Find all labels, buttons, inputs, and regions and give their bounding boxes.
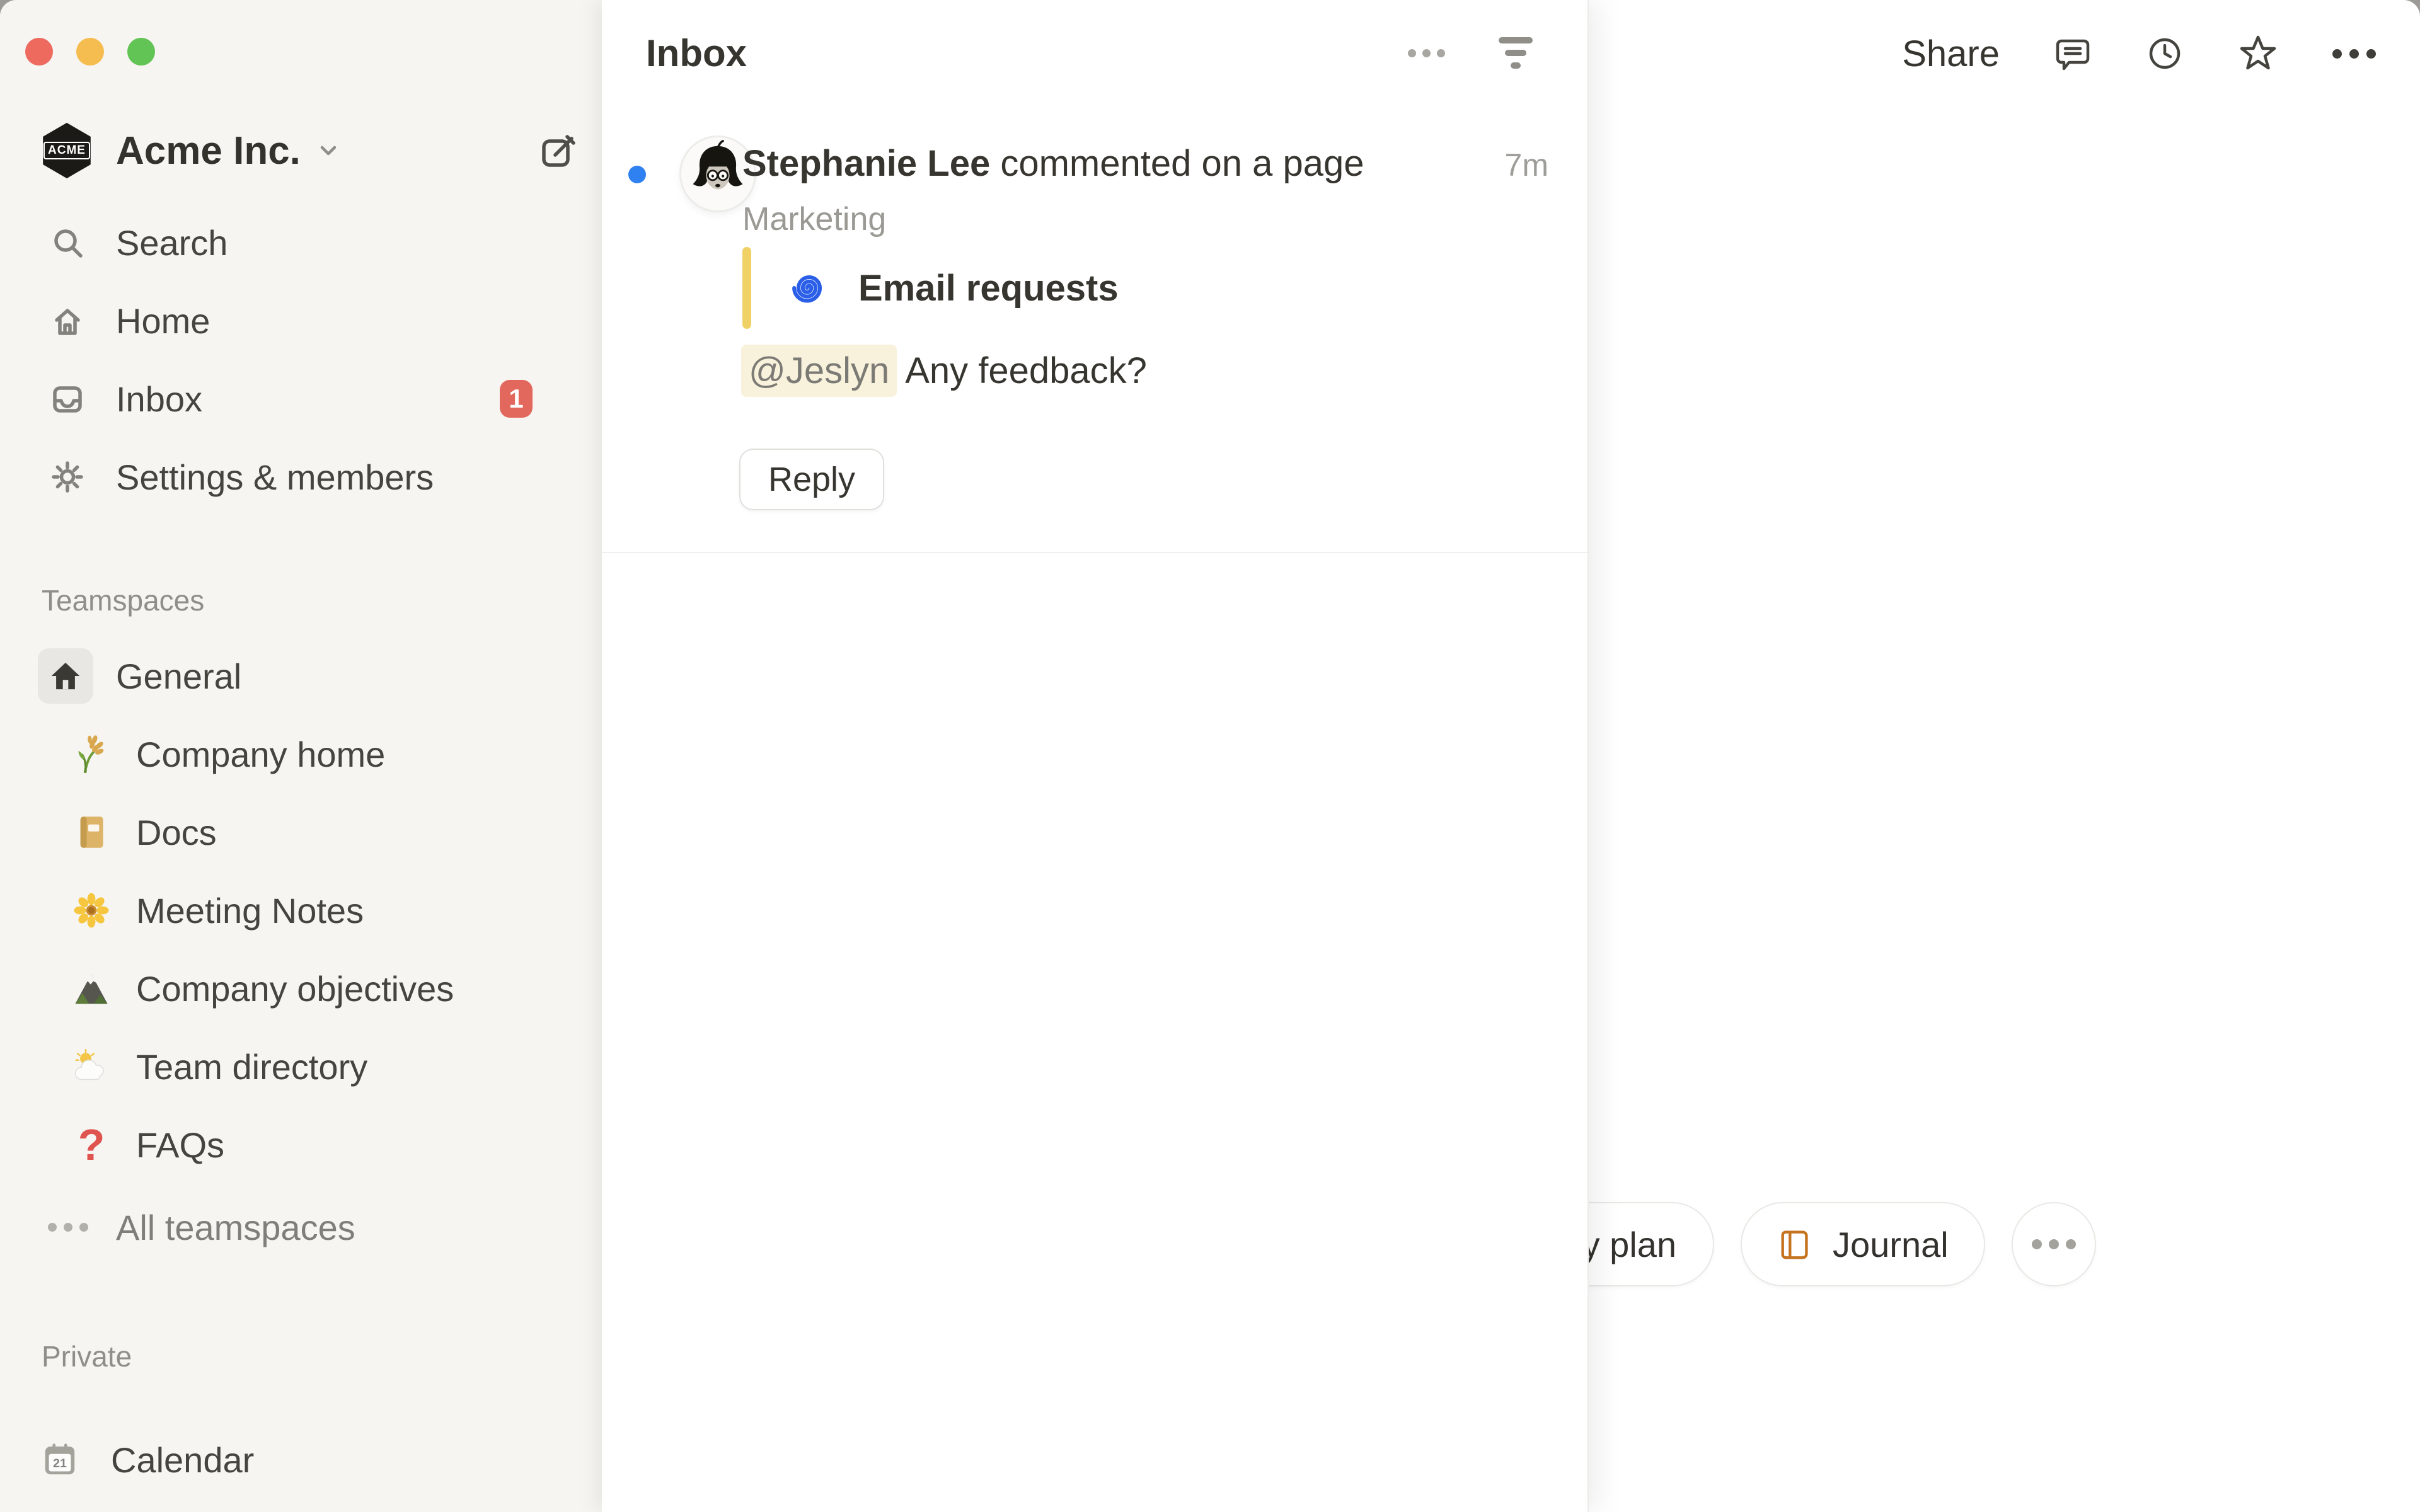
sidebar-item-label: Company home (136, 734, 385, 775)
sidebar-item-label: Settings & members (116, 457, 434, 498)
sidebar-item-docs[interactable]: Docs (0, 793, 602, 871)
ellipsis-icon (2032, 1239, 2076, 1249)
sidebar-item-all-teamspaces[interactable]: All teamspaces (0, 1188, 602, 1266)
workspace-logo: ACME (40, 122, 93, 180)
journal-book-icon (1777, 1226, 1814, 1263)
journal-pill-button[interactable]: Journal (1741, 1202, 1985, 1286)
comment-body: Any feedback? (897, 350, 1147, 392)
mention-chip[interactable]: @Jeslyn (741, 345, 897, 397)
inbox-unread-badge: 1 (500, 380, 533, 418)
inbox-title: Inbox (646, 32, 747, 75)
blossom-icon (71, 890, 112, 931)
close-window-button[interactable] (25, 38, 53, 66)
inbox-filter-icon[interactable] (1498, 37, 1533, 69)
sidebar-item-label: Calendar (111, 1440, 254, 1480)
inbox-popover: Inbox Stephanie Lee commented on a page … (602, 0, 1589, 1512)
private-list: 21 Calendar (0, 1421, 602, 1499)
quote-bar (742, 247, 751, 329)
notification-separator (602, 552, 1587, 553)
plan-pill-label: y plan (1582, 1224, 1676, 1265)
sidebar-item-meeting-notes[interactable]: Meeting Notes (0, 871, 602, 949)
minimize-window-button[interactable] (76, 38, 104, 66)
bottom-quick-buttons: y plan Journal (1512, 1202, 2096, 1286)
notification-actor: Stephanie Lee (742, 142, 990, 185)
sidebar-item-calendar[interactable]: 21 Calendar (0, 1421, 602, 1499)
mountain-icon (71, 968, 112, 1009)
notification-time: 7m (1505, 147, 1548, 183)
inbox-more-icon[interactable] (1408, 49, 1445, 57)
more-options-icon[interactable] (2332, 49, 2376, 59)
search-icon (49, 224, 86, 261)
sidebar-item-label: FAQs (136, 1125, 224, 1166)
sidebar-item-faqs[interactable]: ? FAQs (0, 1106, 602, 1184)
sidebar-item-label: Team directory (136, 1046, 367, 1087)
sidebar-item-company-objectives[interactable]: Company objectives (0, 949, 602, 1028)
sidebar-item-label: Search (116, 222, 228, 263)
sidebar-item-settings[interactable]: Settings & members (0, 438, 602, 516)
house-icon (38, 648, 93, 704)
new-page-icon[interactable] (538, 131, 577, 170)
inbox-header: Inbox (646, 23, 1533, 83)
page-toolbar: Share (1902, 24, 2376, 83)
sidebar-nav: Search Home Inbox 1 Settings & members (0, 203, 602, 516)
sidebar-item-company-home[interactable]: Company home (0, 715, 602, 793)
app-window: ACME Acme Inc. Search Home (0, 0, 2420, 1512)
workspace-switcher[interactable]: ACME Acme Inc. (40, 121, 577, 180)
quoted-page[interactable]: Email requests (742, 247, 1119, 329)
sidebar-item-team-directory[interactable]: Team directory (0, 1028, 602, 1106)
notification-context: Marketing (742, 200, 886, 238)
home-icon (49, 302, 86, 339)
sheaf-of-rice-icon (71, 733, 112, 775)
quoted-page-title: Email requests (858, 267, 1119, 309)
notification-action: commented on a page (990, 142, 1364, 185)
sidebar-item-label: Inbox (116, 379, 202, 420)
more-templates-button[interactable] (2012, 1202, 2096, 1286)
sidebar: ACME Acme Inc. Search Home (0, 0, 602, 1512)
sidebar-item-label: Docs (136, 812, 217, 853)
svg-text:21: 21 (53, 1457, 67, 1470)
sidebar-item-home[interactable]: Home (0, 282, 602, 360)
comments-icon[interactable] (2054, 35, 2092, 72)
history-clock-icon[interactable] (2146, 35, 2184, 72)
unread-dot (628, 166, 646, 183)
sidebar-item-general[interactable]: General (0, 637, 602, 715)
sidebar-item-search[interactable]: Search (0, 203, 602, 282)
workspace-logo-text: ACME (43, 142, 90, 159)
ellipsis-icon (48, 1223, 88, 1232)
sidebar-item-label: Company objectives (136, 968, 454, 1009)
gear-icon (49, 459, 86, 495)
journal-pill-label: Journal (1833, 1224, 1949, 1265)
comment-text: @Jeslyn Any feedback? (741, 341, 1147, 399)
share-button[interactable]: Share (1902, 33, 2000, 75)
sidebar-item-label: General (116, 656, 241, 697)
red-question-mark-icon: ? (71, 1124, 112, 1166)
sidebar-item-label: Meeting Notes (136, 890, 364, 931)
notebook-icon (71, 811, 112, 853)
sun-behind-cloud-icon (71, 1046, 112, 1087)
chevron-down-icon (314, 137, 342, 164)
favorite-star-icon[interactable] (2238, 33, 2278, 74)
zoom-window-button[interactable] (127, 38, 155, 66)
teamspaces-list: General Company home Docs Meeting Notes (0, 637, 602, 1184)
cyclone-spiral-icon (788, 266, 831, 309)
teamspaces-section-label: Teamspaces (42, 576, 204, 624)
sidebar-item-inbox[interactable]: Inbox 1 (0, 360, 602, 438)
private-section-label: Private (42, 1332, 132, 1380)
calendar-icon: 21 (42, 1439, 78, 1480)
reply-button[interactable]: Reply (739, 449, 884, 510)
workspace-name: Acme Inc. (116, 129, 301, 173)
inbox-icon (49, 381, 86, 417)
window-controls (25, 38, 155, 66)
sidebar-item-label: Home (116, 301, 210, 341)
sidebar-item-label: All teamspaces (116, 1207, 355, 1248)
